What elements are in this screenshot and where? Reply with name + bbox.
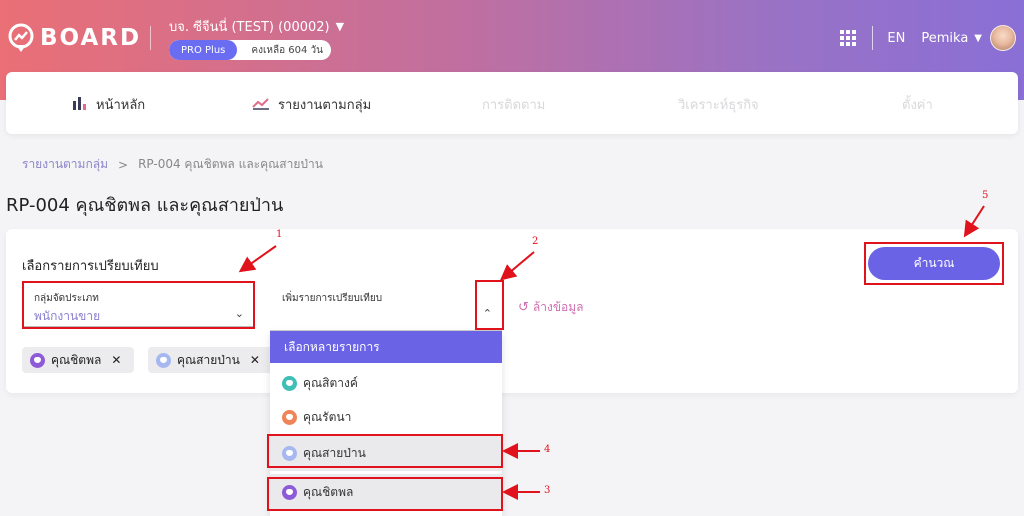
company-name: บจ. ซีจีนนี่ (TEST) (00002) bbox=[169, 20, 330, 35]
clear-data-button[interactable]: ↺ ล้างข้อมูล bbox=[518, 298, 584, 317]
cat-avatar-icon bbox=[156, 352, 171, 368]
cat-avatar-icon bbox=[30, 352, 45, 368]
user-name[interactable]: Pemika bbox=[921, 31, 968, 46]
chevron-down-icon: ▼ bbox=[335, 20, 345, 33]
multi-select-option[interactable]: เลือกหลายรายการ bbox=[270, 331, 502, 363]
nav-label: หน้าหลัก bbox=[96, 98, 146, 113]
plan-tag: PRO Plus bbox=[169, 40, 238, 60]
breadcrumb-parent-link[interactable]: รายงานตามกลุ่ม bbox=[22, 155, 108, 174]
nav-item-settings[interactable]: ตั้งค่า bbox=[902, 94, 933, 115]
header-right: EN Pemika ▼ bbox=[840, 22, 1016, 54]
nav-label: ตั้งค่า bbox=[902, 98, 933, 113]
breadcrumb-separator: > bbox=[118, 157, 129, 172]
annotation-box-2 bbox=[475, 280, 504, 330]
nav-label: การติดตาม bbox=[482, 98, 546, 113]
chevron-down-icon[interactable]: ▼ bbox=[974, 33, 982, 44]
chip-label: คุณชิตพล bbox=[51, 352, 102, 367]
language-toggle[interactable]: EN bbox=[887, 31, 905, 46]
dropdown-item-label: คุณสิตางค์ bbox=[303, 375, 358, 390]
nav-item-tracking[interactable]: การติดตาม bbox=[482, 94, 545, 115]
chip-label: คุณสายป่าน bbox=[177, 352, 240, 367]
trend-line-icon bbox=[252, 96, 270, 114]
cat-avatar-icon bbox=[282, 375, 297, 391]
reset-icon: ↺ bbox=[518, 300, 529, 315]
annotation-number-4: 4 bbox=[544, 444, 551, 455]
add-compare-select[interactable]: เพิ่มรายการเปรียบเทียบ ⌃ bbox=[270, 281, 502, 331]
annotation-number-2: 2 bbox=[532, 236, 539, 247]
selected-chip: คุณสายป่าน ✕ bbox=[148, 347, 274, 373]
main-nav: หน้าหลัก รายงานตามกลุ่ม การติดตาม วิเครา… bbox=[6, 72, 1018, 134]
logo-pin-icon bbox=[6, 23, 36, 53]
logo-text: BOARD bbox=[40, 25, 142, 51]
add-compare-label: เพิ่มรายการเปรียบเทียบ bbox=[282, 293, 383, 304]
annotation-number-3: 3 bbox=[544, 485, 551, 496]
annotation-box-5 bbox=[864, 242, 1004, 285]
close-icon[interactable]: ✕ bbox=[111, 353, 121, 367]
nav-label: รายงานตามกลุ่ม bbox=[278, 98, 372, 113]
header-divider-right bbox=[872, 26, 874, 50]
nav-item-business-analysis[interactable]: วิเคราะห์ธุรกิจ bbox=[678, 94, 759, 115]
nav-label: วิเคราะห์ธุรกิจ bbox=[678, 98, 759, 113]
breadcrumb: รายงานตามกลุ่ม > RP-004 คุณชิตพล และคุณส… bbox=[22, 155, 323, 174]
nav-item-home[interactable]: หน้าหลัก bbox=[72, 94, 145, 115]
nav-item-group-report[interactable]: รายงานตามกลุ่ม bbox=[252, 94, 371, 115]
annotation-box-1 bbox=[22, 281, 255, 329]
avatar[interactable] bbox=[990, 25, 1016, 51]
close-icon[interactable]: ✕ bbox=[250, 353, 260, 367]
company-switcher[interactable]: บจ. ซีจีนนี่ (TEST) (00002) ▼ bbox=[169, 16, 344, 37]
clear-data-label: ล้างข้อมูล bbox=[532, 300, 584, 314]
cat-avatar-icon bbox=[282, 409, 297, 425]
plan-badge: PRO Plus คงเหลือ 604 วัน bbox=[169, 40, 331, 60]
bar-chart-icon bbox=[72, 96, 88, 114]
dropdown-item[interactable]: คุณรัตนา bbox=[270, 399, 502, 435]
selected-chip: คุณชิตพล ✕ bbox=[22, 347, 134, 373]
board-logo[interactable]: BOARD bbox=[6, 22, 141, 54]
section-label: เลือกรายการเปรียบเทียบ bbox=[22, 259, 159, 274]
annotation-box-4 bbox=[267, 434, 503, 468]
annotation-box-3 bbox=[267, 477, 503, 511]
header-divider bbox=[150, 26, 151, 50]
annotation-number-5: 5 bbox=[982, 190, 989, 201]
breadcrumb-current: RP-004 คุณชิตพล และคุณสายป่าน bbox=[138, 157, 323, 171]
annotation-number-1: 1 bbox=[276, 229, 283, 240]
plan-remaining: คงเหลือ 604 วัน bbox=[251, 44, 324, 56]
apps-grid-icon[interactable] bbox=[840, 30, 857, 46]
page-title: RP-004 คุณชิตพล และคุณสายป่าน bbox=[6, 195, 284, 216]
dropdown-item-label: คุณรัตนา bbox=[303, 409, 352, 424]
dropdown-item[interactable]: คุณสิตางค์ bbox=[270, 365, 502, 401]
